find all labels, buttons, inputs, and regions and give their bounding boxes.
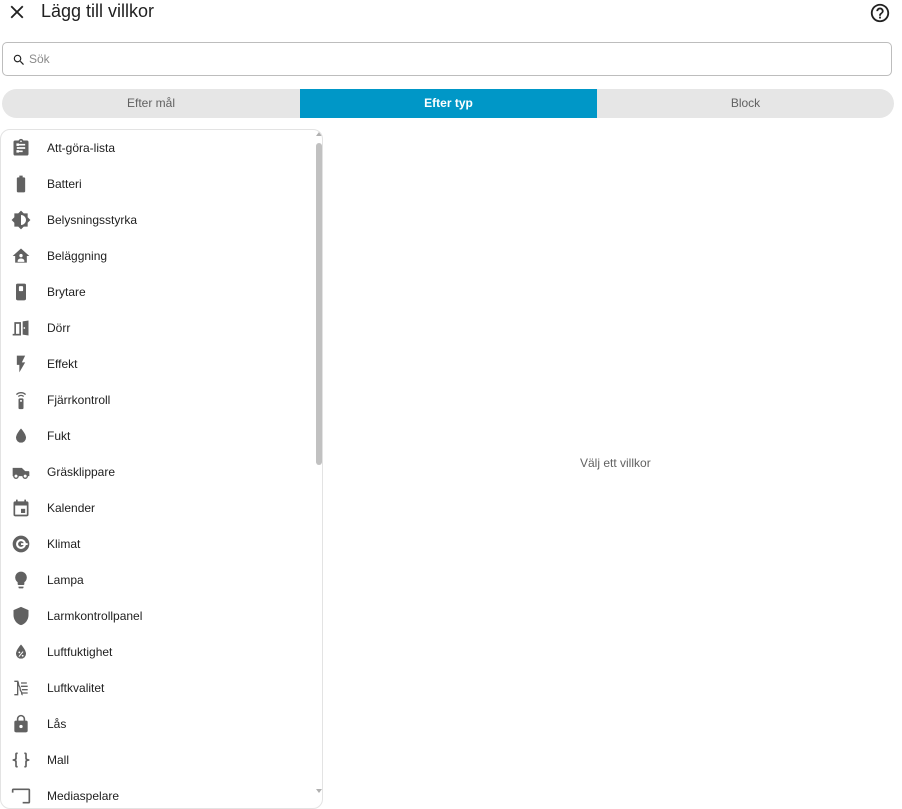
cast-icon [11, 788, 31, 804]
list-item-label: Lampa [47, 573, 84, 587]
list-item-label: Dörr [47, 321, 71, 335]
flash-icon [16, 355, 26, 373]
list-item-kalender[interactable]: Kalender [1, 490, 313, 526]
list-item-att-gora-lista[interactable]: Att-göra-lista [1, 130, 313, 166]
list-item-batteri[interactable]: Batteri [1, 166, 313, 202]
magnify-icon [13, 54, 24, 65]
lightbulb-icon [15, 571, 27, 589]
list-item-las[interactable]: Lås [1, 706, 313, 742]
list-item-label: Larmkontrollpanel [47, 609, 143, 623]
help-circle-icon [870, 3, 890, 23]
door-open-icon [12, 320, 29, 336]
list-item-label: Luftfuktighet [47, 645, 113, 659]
list-item-klimat[interactable]: Klimat [1, 526, 313, 562]
list-item-luftfuktighet[interactable]: Luftfuktighet [1, 634, 313, 670]
remote-icon [15, 392, 27, 410]
list-item-larmkontrollpanel[interactable]: Larmkontrollpanel [1, 598, 313, 634]
robot-mower-icon [12, 467, 30, 479]
tab-efter-mal[interactable]: Efter mål [2, 89, 300, 118]
air-filter-icon [14, 680, 28, 696]
clipboard-list-icon [13, 138, 29, 156]
list-item-label: Luftkvalitet [47, 681, 105, 695]
list-item-belaggning[interactable]: Beläggning [1, 238, 313, 274]
list-item-mall[interactable]: Mall [1, 742, 313, 778]
scroll-up-arrow[interactable] [316, 132, 322, 136]
empty-state-text: Välj ett villkor [580, 456, 651, 470]
list-item-brytare[interactable]: Brytare [1, 274, 313, 310]
scroll-thumb[interactable] [316, 143, 322, 465]
list-item-label: Kalender [47, 501, 96, 515]
home-account-icon [12, 248, 30, 263]
battery-icon [16, 175, 26, 193]
list-item-effekt[interactable]: Effekt [1, 346, 313, 382]
calendar-icon [13, 499, 29, 517]
water-percent-icon [16, 644, 26, 659]
tab-bar: Efter mål Efter typ Block [2, 89, 894, 118]
switch-icon [16, 283, 26, 301]
search-input[interactable] [29, 43, 879, 75]
list-item-belysningsstyrka[interactable]: Belysningsstyrka [1, 202, 313, 238]
list-item-label: Fukt [47, 429, 71, 443]
help-button[interactable] [869, 2, 891, 24]
close-button[interactable] [6, 1, 28, 23]
shield-icon [13, 606, 29, 626]
close-icon [10, 5, 24, 19]
list-item-label: Batteri [47, 177, 82, 191]
list-item-label: Klimat [47, 537, 81, 551]
thermostat-icon [12, 535, 30, 553]
list-scrollbar[interactable] [315, 131, 322, 796]
water-drop-icon [16, 428, 26, 443]
list-item-label: Lås [47, 717, 67, 731]
list-item-fjarrkontroll[interactable]: Fjärrkontroll [1, 382, 313, 418]
list-item-label: Gräsklippare [47, 465, 116, 479]
list-item-fukt[interactable]: Fukt [1, 418, 313, 454]
list-item-label: Effekt [47, 357, 78, 371]
brightness-icon [11, 210, 31, 230]
scroll-down-arrow[interactable] [316, 789, 322, 793]
list-item-lampa[interactable]: Lampa [1, 562, 313, 598]
lock-icon [14, 714, 28, 733]
tab-efter-typ[interactable]: Efter typ [300, 89, 597, 118]
dialog-header: Lägg till villkor [0, 0, 902, 26]
tab-block[interactable]: Block [597, 89, 894, 118]
list-item-label: Mall [47, 753, 70, 767]
list-item-dorr[interactable]: Dörr [1, 310, 313, 346]
code-braces-icon [12, 752, 30, 768]
list-item-grasklippare[interactable]: Gräsklippare [1, 454, 313, 490]
dialog-title: Lägg till villkor [41, 1, 155, 21]
list-item-label: Belysningsstyrka [47, 213, 138, 227]
condition-type-list: Att-göra-lista Batteri Belysningsstyrka … [0, 129, 323, 809]
list-item-label: Beläggning [47, 249, 108, 263]
list-item-luftkvalitet[interactable]: Luftkvalitet [1, 670, 313, 706]
list-item-label: Att-göra-lista [47, 141, 116, 155]
list-item-label: Brytare [47, 285, 86, 299]
list-item-label: Fjärrkontroll [47, 393, 111, 407]
search-box [2, 42, 892, 76]
